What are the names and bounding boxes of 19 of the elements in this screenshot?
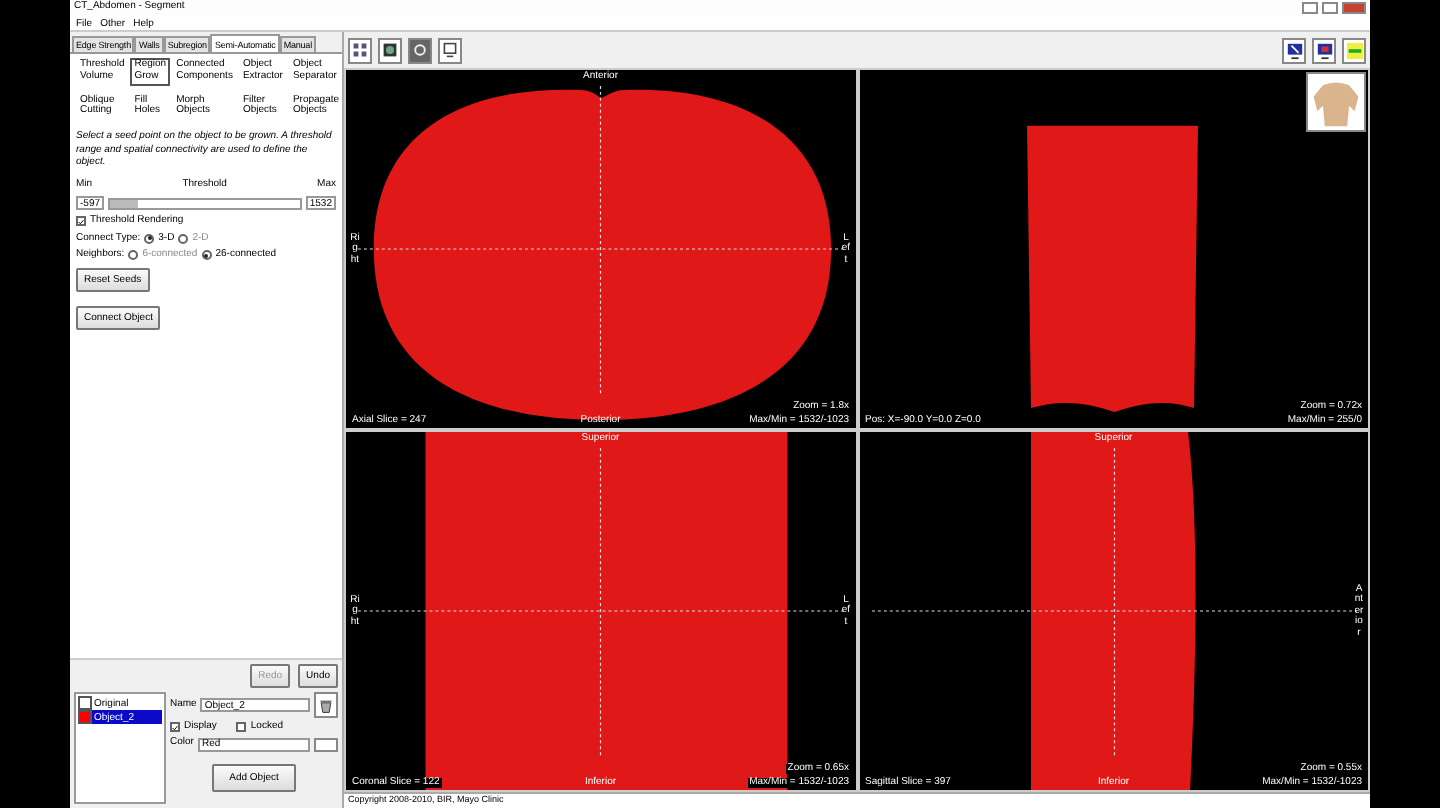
radio-button[interactable] (178, 233, 189, 244)
grid-layout-icon[interactable] (348, 37, 372, 63)
monitor-icon[interactable] (1312, 37, 1336, 63)
radio-button[interactable] (128, 250, 139, 261)
monitor-icon[interactable] (1282, 37, 1306, 63)
color-picker-button[interactable] (314, 737, 338, 751)
checkbox[interactable] (76, 216, 86, 227)
trash-icon[interactable] (314, 692, 338, 718)
radio-button[interactable] (201, 250, 212, 261)
slider-thumb[interactable] (110, 199, 139, 207)
checkbox[interactable] (170, 722, 180, 733)
maximize-button[interactable] (1322, 2, 1338, 14)
checkbox[interactable] (236, 722, 247, 733)
threshold-slider[interactable] (108, 197, 302, 209)
monitor-icon[interactable] (438, 37, 462, 63)
image-icon[interactable] (378, 37, 402, 63)
radio-button[interactable] (144, 233, 155, 244)
minimize-button[interactable] (1302, 2, 1318, 14)
torso-thumbnail-icon[interactable] (1306, 72, 1366, 132)
